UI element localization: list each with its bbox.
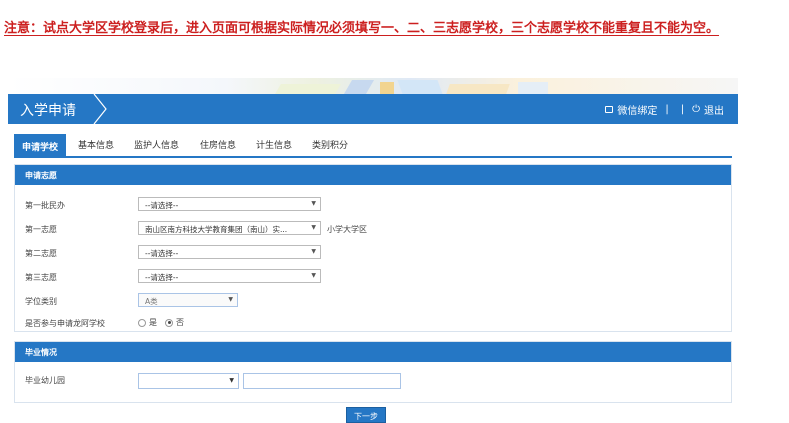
field-label: 第一批民办 [25,201,65,210]
apply-section: 申请志愿 第一批民办 --请选择-- ▼ 第一志愿 南山区南方科技大学教育集团（… [14,164,732,332]
logout-link[interactable]: 退出 [704,102,724,117]
radio-label: 否 [176,318,184,327]
second-choice-select[interactable]: --请选择-- ▼ [138,245,321,259]
tab-category-points[interactable]: 类别积分 [312,138,348,151]
field-label: 是否参与申请龙阿学校 [25,319,105,328]
tab-family-planning-info[interactable]: 计生信息 [256,138,292,151]
page-title: 入学申请 [20,103,76,119]
select-value: --请选择-- [145,273,179,282]
kindergarten-select[interactable]: ▼ [138,373,239,389]
district-tag: 小学大学区 [327,225,367,234]
header-separator: | [680,104,685,115]
degree-type-select[interactable]: A类 ▼ [138,293,238,307]
field-label: 第一志愿 [25,225,57,234]
select-value: --请选择-- [145,201,179,210]
field-first-choice: 第一志愿 南山区南方科技大学教育集团（南山）实... ▼ 小学大学区 [15,219,731,239]
wechat-bind-link[interactable]: 微信绑定 [617,102,657,117]
power-icon: ⏻ [692,104,700,115]
radio-circle-icon [138,318,146,327]
chevron-right-icon [93,94,107,124]
select-value: A类 [145,297,158,306]
radio-label: 是 [149,318,157,327]
caret-down-icon: ▼ [311,248,316,255]
caret-down-icon: ▼ [311,224,316,231]
field-second-choice: 第二志愿 --请选择-- ▼ [15,243,731,263]
field-label: 学位类别 [25,297,57,306]
field-degree-type: 学位类别 A类 ▼ [15,291,731,311]
next-step-button[interactable]: 下一步 [346,407,386,423]
field-first-private: 第一批民办 --请选择-- ▼ [15,195,731,215]
tab-basic-info[interactable]: 基本信息 [78,138,114,151]
wechat-icon [605,106,614,113]
tab-bar: 申请学校 基本信息 监护人信息 住房信息 计生信息 类别积分 [14,134,732,158]
third-choice-select[interactable]: --请选择-- ▼ [138,269,321,283]
caret-down-icon: ▼ [229,377,234,384]
caret-down-icon: ▼ [311,272,316,279]
graduation-section: 毕业情况 毕业幼儿园 ▼ [14,341,732,403]
field-label: 毕业幼儿园 [25,376,65,385]
select-value: --请选择-- [145,249,179,258]
field-label: 第二志愿 [25,249,57,258]
select-value: 南山区南方科技大学教育集团（南山）实... [145,225,288,234]
first-private-select[interactable]: --请选择-- ▼ [138,197,321,211]
field-third-choice: 第三志愿 --请选择-- ▼ [15,267,731,287]
field-kindergarten: 毕业幼儿园 ▼ [15,370,731,390]
radio-yes[interactable]: 是 [138,317,157,328]
section-title: 申请志愿 [15,165,731,185]
field-dragon-school: 是否参与申请龙阿学校 是 否 [15,313,731,333]
top-bar: 入学申请 微信绑定 | | ⏻ 退出 [8,94,738,124]
tab-guardian-info[interactable]: 监护人信息 [134,138,179,151]
kindergarten-text-input[interactable] [243,373,401,389]
section-title: 毕业情况 [15,342,731,362]
notice-text: 注意：试点大学区学校登录后，进入页面可根据实际情况必须填写一、二、三志愿学校，三… [4,21,720,36]
tab-apply-school[interactable]: 申请学校 [14,134,67,158]
decorative-banner [8,78,738,94]
radio-checked-icon [165,318,173,327]
caret-down-icon: ▼ [311,200,316,207]
tab-housing-info[interactable]: 住房信息 [200,138,236,151]
field-label: 第三志愿 [25,273,57,282]
radio-no[interactable]: 否 [165,317,184,328]
caret-down-icon: ▼ [228,296,233,303]
first-choice-select[interactable]: 南山区南方科技大学教育集团（南山）实... ▼ [138,221,321,235]
header-separator: | [665,104,669,115]
application-frame: 入学申请 微信绑定 | | ⏻ 退出 申请学校 基本信息 监护人信息 住房信息 … [8,78,738,423]
